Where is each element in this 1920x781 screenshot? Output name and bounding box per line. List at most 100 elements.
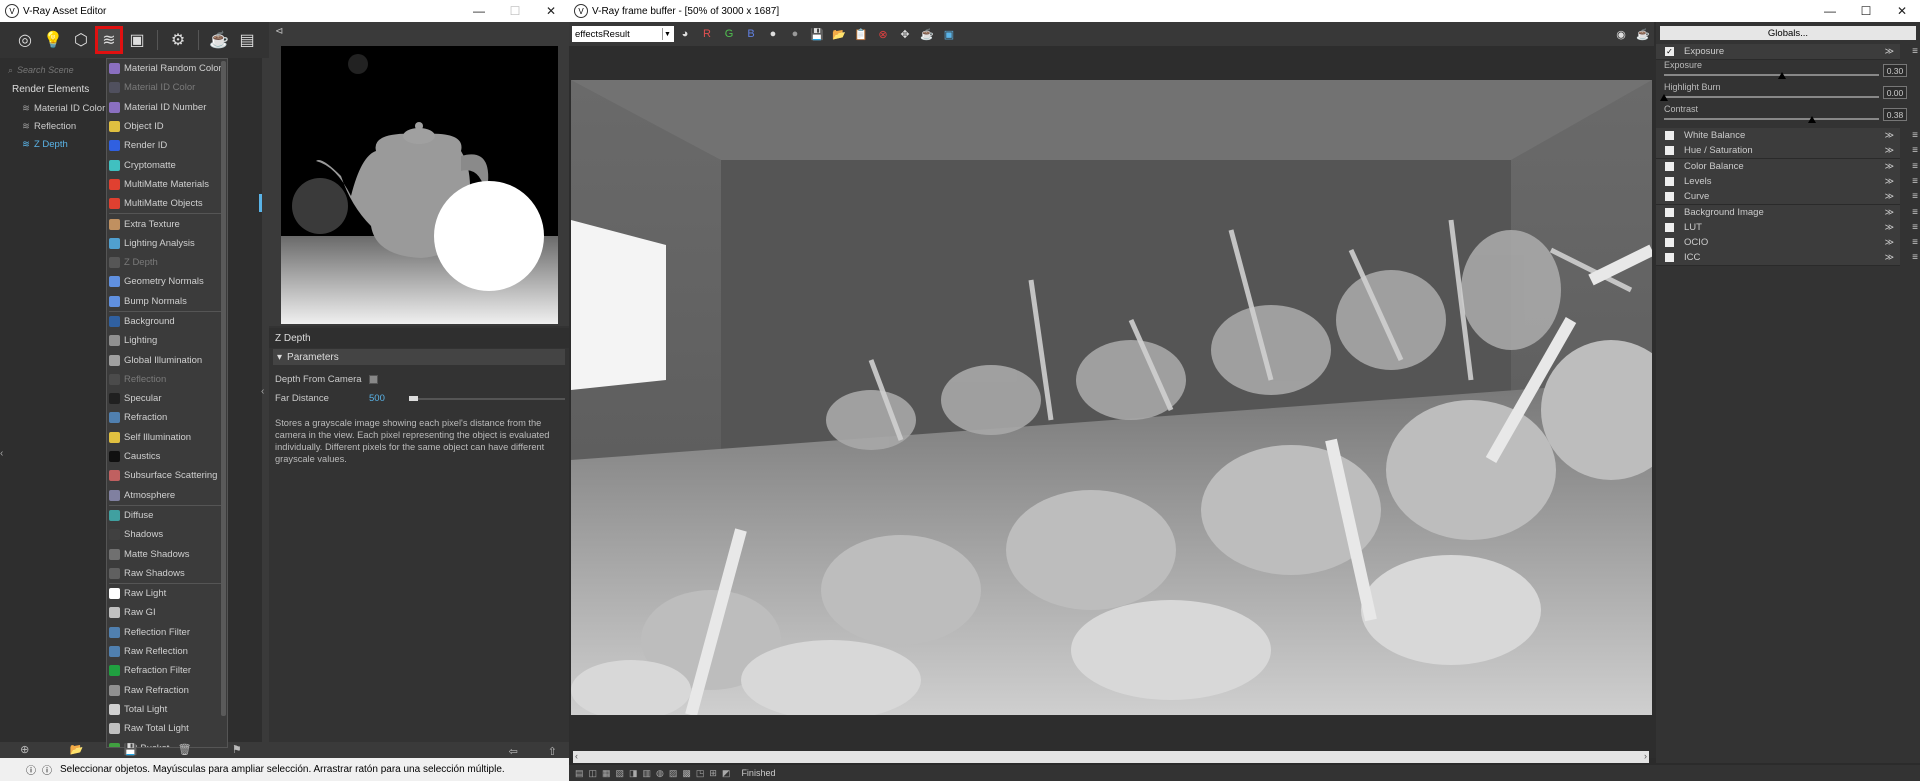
slider-thumb[interactable]	[1808, 116, 1817, 123]
menu-icon[interactable]: ≡	[1912, 176, 1918, 187]
stop-render-icon[interactable]: ◉	[1612, 26, 1630, 42]
menu-icon[interactable]: ≡	[1912, 145, 1918, 156]
history-tools-icons[interactable]: ▤◫▦▧◨▥◍▨▩◳⊞◩	[575, 768, 735, 779]
clear-icon[interactable]: ⊗	[874, 26, 892, 42]
dropdown-item[interactable]: Material Random Color	[107, 59, 227, 78]
dropdown-item[interactable]: Raw Shadows	[107, 564, 227, 583]
layer-checkbox[interactable]	[1665, 176, 1674, 186]
tree-item-material-id-color[interactable]: ≋ Material ID Color	[22, 100, 106, 116]
menu-icon[interactable]: ≡	[1912, 161, 1918, 172]
dropdown-item[interactable]: Raw GI	[107, 603, 227, 622]
maximize-button[interactable]: ☐	[1848, 0, 1884, 22]
render-icon[interactable]: ⚑	[232, 743, 242, 756]
start-render-icon[interactable]: ☕	[1634, 26, 1652, 42]
menu-icon[interactable]: ≡	[1912, 252, 1918, 263]
dropdown-item[interactable]: Render ID	[107, 136, 227, 155]
dropdown-item[interactable]: Background	[107, 312, 227, 331]
region-render-icon[interactable]: ▣	[940, 26, 958, 42]
dropdown-item[interactable]: Refraction	[107, 408, 227, 427]
collapse-icon[interactable]: ≫	[1885, 130, 1894, 141]
teapot-render-icon[interactable]: ☕	[918, 26, 936, 42]
dropdown-item[interactable]: MultiMatte Materials	[107, 175, 227, 194]
tree-item-z-depth[interactable]: ≋ Z Depth	[22, 136, 106, 152]
layer-checkbox[interactable]	[1665, 161, 1674, 171]
dropdown-item[interactable]: Atmosphere	[107, 486, 227, 505]
layer-checkbox[interactable]	[1665, 222, 1674, 232]
save-icon[interactable]: 💾	[124, 743, 138, 756]
correction-layer[interactable]: Color Balance ≫ ≡	[1656, 158, 1918, 175]
slider-value-field[interactable]: 0.00	[1883, 86, 1907, 99]
maximize-button[interactable]: ☐	[497, 0, 533, 22]
slider-value-field[interactable]: 0.38	[1883, 108, 1907, 121]
collapse-icon[interactable]: ≫	[1885, 161, 1894, 172]
dropdown-item[interactable]: Raw Light	[107, 584, 227, 603]
collapse-left-arrow-icon[interactable]: ‹	[0, 448, 3, 459]
dropdown-scrollbar[interactable]	[221, 61, 226, 716]
correction-layer[interactable]: LUT ≫ ≡	[1656, 219, 1918, 236]
dropdown-item[interactable]: Cryptomatte	[107, 155, 227, 174]
correction-layer[interactable]: White Balance ≫ ≡	[1656, 128, 1918, 144]
far-distance-slider[interactable]	[409, 395, 565, 401]
slider-track[interactable]	[1664, 74, 1879, 76]
dropdown-item[interactable]: Raw Total Light	[107, 719, 227, 738]
copy-icon[interactable]: 📋	[852, 26, 870, 42]
correction-layer[interactable]: Curve ≫ ≡	[1656, 189, 1918, 206]
close-button[interactable]: ✕	[1884, 0, 1920, 22]
menu-icon[interactable]: ≡	[1912, 237, 1918, 248]
menu-icon[interactable]: ≡	[1912, 46, 1918, 57]
dropdown-item[interactable]: MultiMatte Objects	[107, 194, 227, 213]
dropdown-item[interactable]: Global Illumination	[107, 350, 227, 369]
dropdown-item[interactable]: Matte Shadows	[107, 544, 227, 563]
collapse-icon[interactable]: ≫	[1885, 222, 1894, 233]
menu-icon[interactable]: ≡	[1912, 191, 1918, 202]
minimize-button[interactable]: —	[1812, 0, 1848, 22]
menu-icon[interactable]: ≡	[1912, 130, 1918, 141]
minimize-button[interactable]: —	[461, 0, 497, 22]
blue-channel-button[interactable]: B	[742, 26, 760, 42]
dropdown-item[interactable]: Raw Reflection	[107, 642, 227, 661]
rgb-channels-icon[interactable]: ◕	[676, 26, 694, 42]
dropdown-item[interactable]: Bump Normals	[107, 292, 227, 311]
geometry-icon[interactable]: ⬡	[70, 29, 92, 51]
collapse-icon[interactable]: ≫	[1885, 145, 1894, 156]
track-mouse-icon[interactable]: ✥	[896, 26, 914, 42]
horizontal-scrollbar[interactable]: ‹ ›	[573, 751, 1649, 763]
collapse-icon[interactable]: ≫	[1885, 207, 1894, 218]
mono-icon[interactable]: ●	[786, 26, 804, 42]
lights-icon[interactable]: 💡	[42, 29, 64, 51]
depth-from-camera-checkbox[interactable]	[369, 375, 378, 384]
save-image-icon[interactable]: 💾	[808, 26, 826, 42]
collapse-icon[interactable]: ≫	[1885, 237, 1894, 248]
dropdown-item[interactable]: Specular	[107, 389, 227, 408]
slider-thumb[interactable]	[1778, 72, 1787, 79]
menu-icon[interactable]: ≡	[1912, 222, 1918, 233]
search-input[interactable]: Search Scene	[17, 65, 74, 75]
dropdown-item[interactable]: Geometry Normals	[107, 272, 227, 291]
layer-checkbox[interactable]	[1665, 131, 1674, 140]
correction-layer[interactable]: ICC ≫ ≡	[1656, 250, 1918, 267]
scroll-right-icon[interactable]: ›	[1644, 751, 1647, 761]
layer-checkbox[interactable]	[1665, 192, 1674, 202]
dropdown-item[interactable]: Reflection Filter	[107, 623, 227, 642]
green-channel-button[interactable]: G	[720, 26, 738, 42]
open-folder-icon[interactable]: 📂	[70, 743, 84, 756]
menu-icon[interactable]: ≡	[1912, 207, 1918, 218]
exposure-layer[interactable]: ✓ Exposure ≫ ≡	[1656, 44, 1918, 60]
correction-layer[interactable]: Background Image ≫ ≡	[1656, 204, 1918, 221]
alpha-white-icon[interactable]: ●	[764, 26, 782, 42]
exposure-checkbox[interactable]: ✓	[1665, 47, 1674, 56]
dropdown-item[interactable]: Object ID	[107, 117, 227, 136]
render-teapot-icon[interactable]: ☕	[208, 29, 230, 51]
layer-checkbox[interactable]	[1665, 207, 1674, 217]
far-distance-value[interactable]: 500	[369, 393, 409, 404]
collapse-icon[interactable]: ≫	[1885, 191, 1894, 202]
parameters-section-header[interactable]: ▾ Parameters	[273, 349, 565, 365]
tree-item-reflection[interactable]: ≋ Reflection	[22, 118, 106, 134]
layer-checkbox[interactable]	[1665, 146, 1674, 156]
dropdown-item[interactable]: Shadows	[107, 525, 227, 544]
close-button[interactable]: ✕	[533, 0, 569, 22]
collapse-icon[interactable]: ≫	[1885, 176, 1894, 187]
dropdown-item[interactable]: Extra Texture	[107, 214, 227, 233]
slider-track[interactable]	[1664, 118, 1879, 120]
dropdown-item[interactable]: Refraction Filter	[107, 661, 227, 680]
